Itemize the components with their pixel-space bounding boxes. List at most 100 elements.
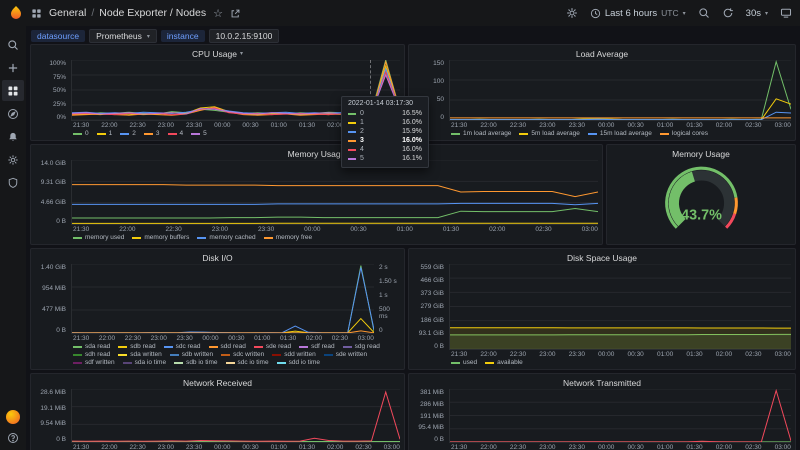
tick-label: 02:00	[715, 351, 733, 358]
legend-item[interactable]: 15m load average	[587, 130, 652, 138]
sidebar-explore-compass-icon[interactable]	[2, 103, 24, 124]
panel-header-cpu[interactable]: CPU Usage ▾	[35, 47, 400, 60]
sidebar-configuration-gear-icon[interactable]	[2, 149, 24, 170]
breadcrumb-folder[interactable]: General	[49, 7, 86, 19]
tick-label: 23:00	[150, 335, 167, 342]
panel-header-memory[interactable]: Memory Usage	[35, 147, 598, 160]
tick-label: 22:00	[101, 122, 118, 129]
legend-item[interactable]: 4	[167, 130, 183, 138]
legend-item[interactable]: sda io time	[122, 359, 166, 367]
panel-header-load[interactable]: Load Average	[413, 47, 791, 60]
panel-header-memory-gauge[interactable]: Memory Usage	[611, 147, 791, 160]
panel-load-average: Load Average 150 100 50 0 21:30 22:00 22:30 23…	[408, 44, 796, 141]
panel-header-disk-io[interactable]: Disk I/O	[35, 251, 400, 264]
tick-label: 01:00	[656, 351, 674, 358]
y-axis: 28.6 MiB 19.1 MiB 9.54 MiB 0 B	[35, 389, 71, 443]
sidebar-alerting-bell-icon[interactable]	[2, 126, 24, 147]
tick-label: 466 GiB	[420, 277, 445, 285]
legend-item[interactable]: sde read	[253, 343, 291, 351]
legend-item[interactable]: sdc written	[221, 351, 264, 359]
load-average-chart[interactable]	[449, 60, 791, 121]
star-icon[interactable]: ☆	[213, 7, 223, 20]
datasource-select[interactable]: Prometheus ▾	[89, 29, 157, 43]
time-range-picker[interactable]: Last 6 hours UTC ▾	[590, 8, 686, 19]
legend-item[interactable]: 1m load average	[451, 130, 511, 138]
time-range-label: Last 6 hours	[604, 7, 658, 19]
grafana-logo[interactable]	[8, 5, 24, 21]
sidebar-create-plus-icon[interactable]	[2, 57, 24, 78]
tick-label: 21:30	[73, 226, 90, 233]
legend-item[interactable]: available	[485, 359, 523, 367]
legend-item[interactable]: 2	[120, 130, 136, 138]
help-icon[interactable]	[7, 432, 19, 444]
legend-item[interactable]: sdb io time	[174, 359, 218, 367]
x-axis: 21:30 22:00 22:30 23:00 23:30 00:00 00:30 01:00…	[73, 225, 598, 234]
disk-space-chart[interactable]	[449, 264, 791, 350]
network-transmitted-chart[interactable]	[449, 389, 791, 443]
legend-item[interactable]: sda read	[73, 343, 110, 351]
tick-label: 19.1 MiB	[40, 404, 66, 412]
legend-item[interactable]: sdh read	[73, 351, 110, 359]
panel-header-net-tx[interactable]: Network Transmitted	[413, 376, 791, 389]
tick-label: 50	[436, 96, 444, 103]
share-icon[interactable]	[230, 8, 241, 19]
tick-label: 03:00	[774, 351, 791, 358]
dashboard-settings-gear-icon[interactable]	[566, 7, 578, 19]
breadcrumb: General / Node Exporter / Nodes	[49, 7, 206, 19]
tick-label: 22:30	[129, 122, 146, 129]
tick-label: 21:30	[451, 351, 468, 358]
legend-item[interactable]: sdd io time	[276, 359, 320, 367]
zoom-out-icon[interactable]	[698, 7, 710, 19]
legend-item[interactable]: sdd read	[208, 343, 246, 351]
refresh-interval-picker[interactable]: 30s ▾	[746, 8, 768, 19]
tick-label: 01:30	[686, 122, 703, 129]
chevron-down-icon: ▾	[764, 10, 768, 17]
panel-header-net-rx[interactable]: Network Received	[35, 376, 400, 389]
legend-item[interactable]: sdg read	[342, 343, 380, 351]
legend-item[interactable]: sde written	[323, 351, 367, 359]
legend-item[interactable]: sdc io time	[225, 359, 269, 367]
legend-item[interactable]: 5	[191, 130, 207, 138]
legend-item[interactable]: 0	[73, 130, 89, 138]
legend-item[interactable]: 3	[143, 130, 160, 138]
legend-item[interactable]: sdc read	[163, 343, 201, 351]
legend-item[interactable]: sda written	[118, 351, 162, 359]
tick-label: 01:30	[686, 351, 703, 358]
legend-item[interactable]: memory used	[73, 234, 124, 242]
legend-item[interactable]: sdb written	[169, 351, 213, 359]
legend-item[interactable]: sdf read	[299, 343, 335, 351]
legend-item[interactable]: memory buffers	[132, 234, 189, 242]
legend-item[interactable]: 1	[96, 130, 112, 138]
panel-disk-io: Disk I/O 1.40 GiB 954 MiB 477 MiB 0 B 2 s 1.…	[30, 248, 405, 370]
tick-label: 279 GiB	[420, 303, 445, 311]
disk-io-chart[interactable]	[71, 264, 374, 334]
chevron-down-icon: ▾	[682, 10, 686, 17]
tick-label: 1.50 s	[379, 278, 397, 285]
datasource-value: Prometheus	[96, 31, 142, 41]
legend-item[interactable]: logical cores	[659, 130, 708, 138]
memory-gauge: 43.7%	[611, 160, 791, 242]
legend-item[interactable]: sdb read	[118, 343, 156, 351]
x-axis: 21:30 22:00 22:30 23:00 23:30 00:00 00:30 01:00…	[73, 334, 374, 343]
refresh-icon[interactable]	[722, 7, 734, 19]
dashboard-title[interactable]: Node Exporter / Nodes	[99, 7, 206, 19]
tv-mode-icon[interactable]	[780, 7, 792, 19]
tick-label: 0 B	[56, 217, 66, 225]
sidebar-dashboards-icon[interactable]	[2, 80, 24, 101]
panel-title: Memory Usage	[287, 148, 346, 159]
legend-item[interactable]: memory cached	[197, 234, 256, 242]
variable-label-datasource: datasource	[31, 30, 86, 42]
tick-label: 02:30	[331, 335, 349, 342]
legend-item[interactable]: used	[451, 359, 477, 367]
network-received-chart[interactable]	[71, 389, 400, 443]
instance-select[interactable]: 10.0.2.15:9100	[208, 29, 280, 43]
legend-item[interactable]: memory free	[263, 234, 312, 242]
legend-item[interactable]: sdf written	[73, 359, 115, 367]
user-avatar[interactable]	[6, 410, 20, 424]
legend-item[interactable]: sdd written	[272, 351, 316, 359]
sidebar-search-icon[interactable]	[2, 34, 24, 55]
panel-header-disk-space[interactable]: Disk Space Usage	[413, 251, 791, 264]
sidebar-server-admin-shield-icon[interactable]	[2, 172, 24, 193]
memory-usage-chart[interactable]	[71, 160, 598, 225]
legend-item[interactable]: 5m load average	[519, 130, 580, 138]
